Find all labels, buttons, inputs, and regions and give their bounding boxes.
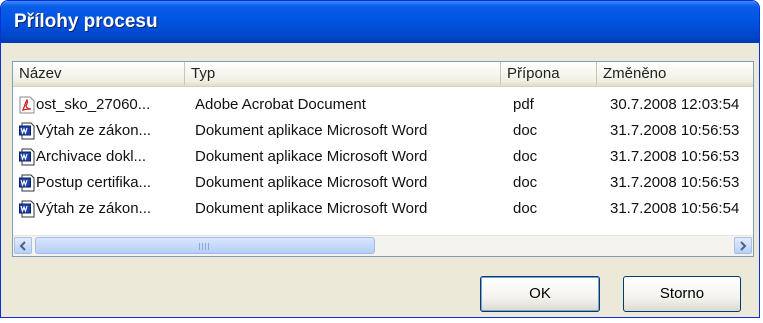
file-name: Výtah ze zákon... [36, 200, 152, 217]
file-type: Adobe Acrobat Document [195, 96, 366, 113]
file-type: Dokument aplikace Microsoft Word [195, 200, 428, 217]
file-extension: doc [513, 148, 538, 165]
grip-icon [199, 243, 211, 250]
cancel-button[interactable]: Storno [623, 276, 741, 312]
scroll-right-button[interactable] [734, 237, 752, 254]
list-rows: ost_sko_27060... Adobe Acrobat Document … [13, 92, 753, 222]
list-item[interactable]: Archivace dokl... Dokument aplikace Micr… [13, 144, 753, 170]
file-modified: 31.7.2008 10:56:53 [610, 174, 740, 191]
word-file-icon [19, 200, 35, 218]
list-item[interactable]: ost_sko_27060... Adobe Acrobat Document … [13, 92, 753, 118]
list-item[interactable]: Postup certifika... Dokument aplikace Mi… [13, 170, 753, 196]
list-header: Název Typ Přípona Změněno [13, 62, 753, 87]
chevron-left-icon [19, 241, 26, 251]
file-name: Archivace dokl... [36, 148, 147, 165]
file-type: Dokument aplikace Microsoft Word [195, 148, 428, 165]
horizontal-scrollbar[interactable] [13, 235, 753, 256]
ok-button[interactable]: OK [480, 276, 600, 312]
list-item[interactable]: Výtah ze zákon... Dokument aplikace Micr… [13, 118, 753, 144]
file-name: Výtah ze zákon... [36, 122, 152, 139]
word-file-icon [19, 122, 35, 140]
file-modified: 31.7.2008 10:56:53 [610, 122, 740, 139]
file-name: Postup certifika... [36, 174, 152, 191]
column-header-extension[interactable]: Přípona [501, 62, 597, 85]
list-item[interactable]: Výtah ze zákon... Dokument aplikace Micr… [13, 196, 753, 222]
scroll-left-button[interactable] [14, 237, 32, 254]
file-modified: 31.7.2008 10:56:53 [610, 148, 740, 165]
word-file-icon [19, 174, 35, 192]
scrollbar-thumb[interactable] [35, 237, 375, 254]
file-type: Dokument aplikace Microsoft Word [195, 174, 428, 191]
chevron-right-icon [740, 241, 747, 251]
file-modified: 31.7.2008 10:56:54 [610, 200, 740, 217]
column-header-modified[interactable]: Změněno [597, 62, 753, 85]
file-modified: 30.7.2008 12:03:54 [610, 96, 740, 113]
attachments-dialog: Přílohy procesu Název Typ Přípona Změněn… [0, 0, 760, 318]
file-extension: doc [513, 200, 538, 217]
file-list[interactable]: Název Typ Přípona Změněno ost_sko_27060.… [12, 61, 754, 257]
column-header-name[interactable]: Název [13, 62, 185, 85]
file-name: ost_sko_27060... [36, 96, 151, 113]
file-type: Dokument aplikace Microsoft Word [195, 122, 428, 139]
file-extension: pdf [513, 96, 534, 113]
dialog-title: Přílohy procesu [14, 11, 158, 32]
pdf-file-icon [19, 96, 35, 114]
column-header-type[interactable]: Typ [185, 62, 501, 85]
file-extension: doc [513, 174, 538, 191]
title-bar[interactable]: Přílohy procesu [1, 1, 759, 43]
word-file-icon [19, 148, 35, 166]
file-extension: doc [513, 122, 538, 139]
